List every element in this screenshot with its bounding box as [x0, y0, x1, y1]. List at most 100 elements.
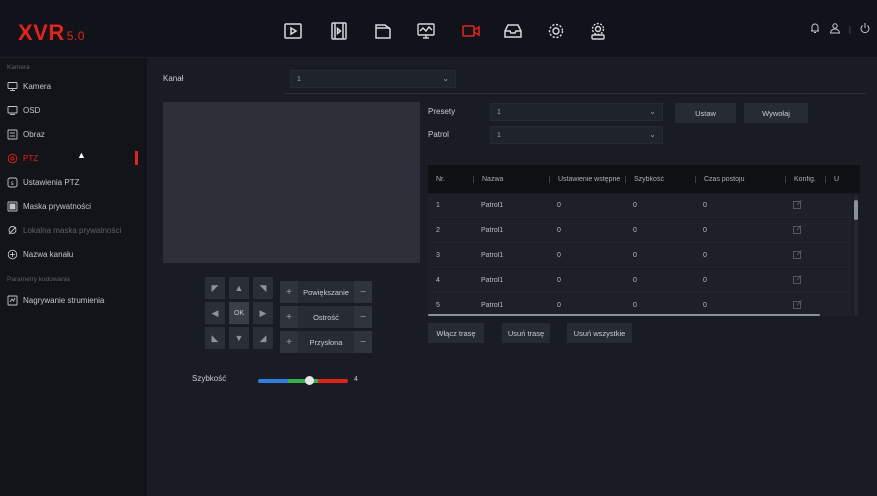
sidebar-item-channel-name[interactable]: Nazwa kanału: [0, 242, 147, 266]
delete-all-button[interactable]: Usuń wszystkie: [567, 323, 632, 343]
row-preset: 0: [557, 277, 561, 284]
delete-route-button[interactable]: Usuń trasę: [502, 323, 550, 343]
svg-text:s: s: [11, 180, 14, 187]
arrow-up-left-icon[interactable]: ◤: [205, 277, 225, 299]
table-row[interactable]: 3 Patrol1 0 0 0: [428, 244, 852, 268]
sidebar-item-label: Kamera: [23, 81, 52, 91]
sidebar-item-local-privacy-mask[interactable]: Lokalna maska prywatności: [0, 218, 147, 242]
sidebar-item-label: Maska prywatności: [23, 201, 92, 211]
zoom-control: + Powiększanie −: [280, 281, 372, 303]
patrol-label: Patrol: [428, 130, 449, 139]
horizontal-scrollbar[interactable]: [428, 314, 820, 316]
iris-control: + Przysłona −: [280, 331, 372, 353]
column-header: Nazwa: [473, 175, 549, 183]
sidebar-item-osd[interactable]: OSD: [0, 98, 147, 122]
edit-icon[interactable]: [785, 275, 825, 286]
row-number: 2: [436, 227, 440, 234]
sidebar-item-label: Ustawienia PTZ: [23, 177, 80, 187]
zoom-out-icon[interactable]: −: [354, 281, 372, 303]
table-row[interactable]: 2 Patrol1 0 0 0: [428, 219, 852, 243]
focus-control: + Ostrość −: [280, 306, 372, 328]
system-settings-icon[interactable]: [587, 20, 609, 42]
focus-out-icon[interactable]: −: [354, 306, 372, 328]
iris-label: Przysłona: [309, 337, 343, 347]
edit-icon[interactable]: [785, 250, 825, 261]
arrow-down-right-icon[interactable]: ◢: [253, 327, 273, 349]
column-header: U: [825, 175, 860, 183]
right-tools: |: [809, 22, 871, 36]
local-mask-icon: [7, 225, 18, 236]
arrow-down-left-icon[interactable]: ◣: [205, 327, 225, 349]
scrollbar-thumb[interactable]: [854, 200, 858, 220]
arrow-up-icon[interactable]: ▲: [229, 277, 249, 299]
image-icon: [7, 129, 18, 140]
backup-icon[interactable]: [502, 20, 524, 42]
sidebar-section-camera: Kamera: [7, 64, 30, 71]
patrol-value: 1: [497, 131, 501, 139]
channel-value: 1: [297, 75, 301, 83]
call-button[interactable]: Wywołaj: [744, 103, 808, 123]
speed-slider[interactable]: [258, 379, 348, 383]
camera-icon[interactable]: [460, 20, 482, 42]
table-row[interactable]: 1 Patrol1 0 0 0: [428, 194, 852, 218]
sidebar-item-privacy-mask[interactable]: Maska prywatności: [0, 194, 147, 218]
row-dwell: 0: [703, 302, 707, 309]
row-dwell: 0: [703, 202, 707, 209]
bell-icon[interactable]: [809, 22, 821, 36]
arrow-down-icon[interactable]: ▼: [229, 327, 249, 349]
sidebar-item-ptz[interactable]: PTZ ▲: [0, 146, 147, 170]
sidebar-item-label: PTZ: [23, 153, 39, 163]
monitor-icon[interactable]: [415, 20, 437, 42]
top-bar: XVR 5.0 |: [0, 0, 877, 58]
edit-icon[interactable]: [785, 300, 825, 311]
row-dwell: 0: [703, 277, 707, 284]
chevron-down-icon: ⌄: [649, 107, 656, 116]
patrol-select[interactable]: 1 ⌄: [490, 126, 663, 144]
channel-select[interactable]: 1 ⌄: [290, 70, 456, 88]
ok-button[interactable]: OK: [229, 302, 249, 324]
user-icon[interactable]: [829, 22, 841, 36]
sidebar-item-label: Lokalna maska prywatności: [23, 225, 122, 235]
files-icon[interactable]: [372, 20, 394, 42]
presets-value: 1: [497, 108, 501, 116]
iris-open-icon[interactable]: +: [280, 331, 298, 353]
row-name: Patrol1: [481, 277, 504, 284]
sidebar-item-camera[interactable]: Kamera: [0, 74, 147, 98]
arrow-left-icon[interactable]: ◀: [205, 302, 225, 324]
speed-value: 4: [354, 376, 358, 383]
row-name: Patrol1: [481, 227, 504, 234]
sidebar-section-encoding: Parametry kodowania: [7, 276, 70, 283]
vertical-scrollbar[interactable]: [854, 195, 858, 316]
set-button[interactable]: Ustaw: [675, 103, 736, 123]
table-row[interactable]: 5 Patrol1 0 0 0: [428, 294, 852, 316]
settings-icon[interactable]: [545, 20, 567, 42]
chevron-down-icon: ⌄: [649, 130, 656, 139]
row-dwell: 0: [703, 227, 707, 234]
speed-slider-handle[interactable]: [305, 376, 314, 385]
separator: |: [848, 24, 851, 34]
logo-version: 5.0: [66, 29, 85, 43]
column-header: Nr.: [436, 175, 445, 183]
zoom-in-icon[interactable]: +: [280, 281, 298, 303]
edit-icon[interactable]: [785, 225, 825, 236]
sidebar-item-ptz-settings[interactable]: s Ustawienia PTZ: [0, 170, 147, 194]
active-indicator: [135, 151, 138, 165]
sidebar-item-image[interactable]: Obraz: [0, 122, 147, 146]
speed-label: Szybkość: [192, 374, 227, 383]
edit-icon[interactable]: [785, 200, 825, 211]
sidebar-item-stream-recording[interactable]: Nagrywanie strumienia: [0, 288, 147, 312]
power-icon[interactable]: [859, 22, 871, 36]
enable-route-button[interactable]: Włącz trasę: [428, 323, 484, 343]
arrow-right-icon[interactable]: ▶: [253, 302, 273, 324]
presets-select[interactable]: 1 ⌄: [490, 103, 663, 121]
main-panel: Kanał 1 ⌄ Presety 1 ⌄ Ustaw Wywołaj Patr…: [147, 58, 877, 496]
stream-icon: [7, 295, 18, 306]
row-name: Patrol1: [481, 252, 504, 259]
arrow-up-right-icon[interactable]: ◥: [253, 277, 273, 299]
iris-close-icon[interactable]: −: [354, 331, 372, 353]
film-icon[interactable]: [328, 20, 350, 42]
playback-icon[interactable]: [282, 20, 304, 42]
row-preset: 0: [557, 227, 561, 234]
focus-in-icon[interactable]: +: [280, 306, 298, 328]
table-row[interactable]: 4 Patrol1 0 0 0: [428, 269, 852, 293]
